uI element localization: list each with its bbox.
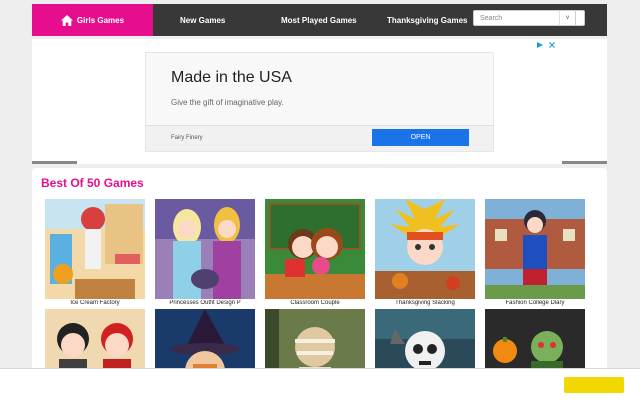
close-icon[interactable] — [548, 41, 556, 49]
game-tile[interactable]: Thanksgiving Slacking — [375, 199, 475, 306]
game-title[interactable]: Princesses Outfit Design P — [155, 300, 255, 306]
ad-choices-icon[interactable] — [536, 41, 544, 49]
game-thumbnail[interactable] — [155, 199, 255, 299]
fashion-college-thumbnail-image — [485, 199, 585, 299]
classroom-couple-thumbnail-image — [265, 199, 365, 299]
games-section: Best Of 50 Games Ice Cream Factory Princ… — [32, 168, 607, 400]
game-tile[interactable]: Fashion College Diary — [485, 199, 585, 306]
game-title[interactable]: Classroom Couple — [265, 300, 365, 306]
ad-choices[interactable] — [536, 41, 556, 49]
game-title[interactable]: Ice Cream Factory — [45, 300, 145, 306]
search-dropdown-button[interactable]: ˅ — [559, 10, 576, 26]
home-icon — [60, 14, 73, 26]
ice-cream-thumbnail-image — [45, 199, 145, 299]
game-thumbnail[interactable] — [375, 199, 475, 299]
bottom-ad-banner — [0, 368, 640, 400]
game-title[interactable]: Fashion College Diary — [485, 300, 585, 306]
ad-card[interactable]: Made in the USA Give the gift of imagina… — [145, 52, 494, 152]
game-title[interactable]: Thanksgiving Slacking — [375, 300, 475, 306]
nav-new-games[interactable]: New Games — [180, 4, 225, 36]
princesses-thumbnail-image — [155, 199, 255, 299]
game-tile[interactable]: Princesses Outfit Design P — [155, 199, 255, 306]
ad-headline: Made in the USA — [171, 69, 292, 86]
game-tile[interactable]: Ice Cream Factory — [45, 199, 145, 306]
ad-footer: Fairy Finery OPEN — [146, 125, 493, 151]
nav-most-played-games[interactable]: Most Played Games — [281, 4, 357, 36]
ad-subtext: Give the gift of imaginative play. — [171, 98, 284, 107]
ad-brand: Fairy Finery — [171, 135, 203, 141]
nav-home-girls-games[interactable]: Girls Games — [32, 4, 153, 36]
game-tile[interactable]: Classroom Couple — [265, 199, 365, 306]
nav-home-label: Girls Games — [76, 15, 125, 25]
ad-panel: Made in the USA Give the gift of imagina… — [32, 39, 607, 164]
game-thumbnail[interactable] — [265, 199, 365, 299]
ad-open-button[interactable]: OPEN — [372, 129, 469, 146]
thanksgiving-slacking-thumbnail-image — [375, 199, 475, 299]
section-title: Best Of 50 Games — [41, 176, 144, 190]
ad-banner[interactable]: Made in the USA Give the gift of imagina… — [77, 39, 562, 164]
bottom-banner-button[interactable] — [564, 377, 624, 393]
game-thumbnail[interactable] — [45, 199, 145, 299]
top-navbar: Girls Games New Games Most Played Games … — [32, 4, 607, 36]
nav-thanksgiving-games[interactable]: Thanksgiving Games — [387, 4, 467, 36]
game-thumbnail[interactable] — [485, 199, 585, 299]
